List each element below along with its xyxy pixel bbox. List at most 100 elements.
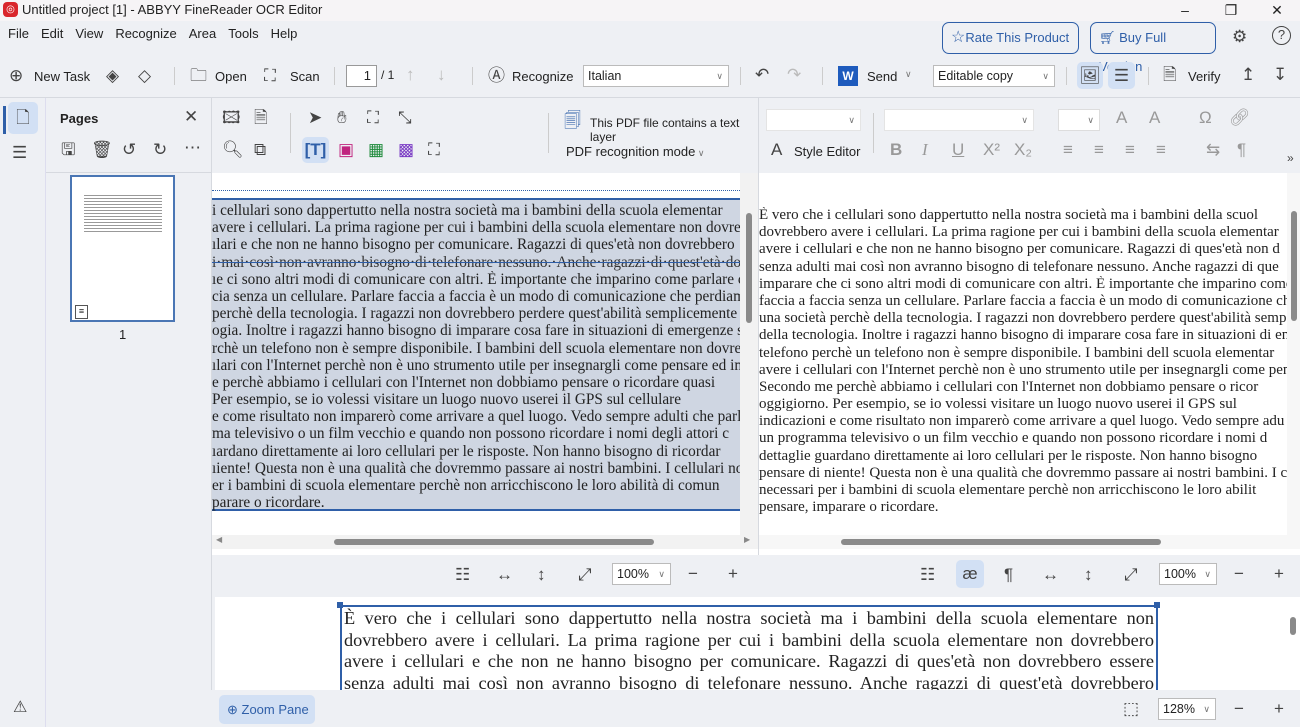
text-horizontal-scrollbar[interactable] — [759, 535, 1300, 549]
italic-icon[interactable]: I — [922, 140, 928, 160]
more-icon[interactable]: ⋯ — [184, 138, 201, 158]
pdf-recognition-mode-dropdown[interactable]: PDF recognition mode ∨ — [566, 144, 704, 159]
link-icon[interactable]: 🔗︎ — [1229, 108, 1251, 128]
fit-list-icon[interactable]: ☷ — [455, 565, 470, 585]
fit-list-icon[interactable]: ☷ — [920, 565, 935, 585]
edit-image-icon[interactable]: 🖾 — [222, 108, 241, 128]
page-thumbnail[interactable]: ≡ — [70, 175, 175, 322]
warning-icon[interactable]: ⚠ — [13, 698, 27, 718]
grow-font-icon[interactable]: A — [1116, 108, 1127, 128]
table-area-icon[interactable]: ▦ — [368, 140, 384, 160]
maximize-button[interactable]: ❐ — [1208, 0, 1254, 21]
gear-icon[interactable]: ⚙ — [1232, 27, 1247, 47]
buy-full-version-button[interactable]: 🛒︎ Buy Full Version — [1090, 22, 1216, 74]
verify-button[interactable]: Verify — [1188, 69, 1221, 84]
pages-icon[interactable]: 🗋 — [8, 102, 38, 134]
send-button[interactable]: Send — [867, 69, 897, 84]
rotate-left-icon[interactable]: ↺ — [122, 140, 136, 160]
scan-icon[interactable]: ⛶ — [264, 66, 276, 86]
paragraph-icon[interactable]: ¶ — [1237, 140, 1246, 160]
add-layers-icon[interactable]: ◈ — [106, 66, 119, 86]
recognize-button[interactable]: Recognize — [512, 69, 573, 84]
zoom-scrollbar[interactable] — [1280, 597, 1300, 690]
fit-width-icon[interactable]: ↔ — [496, 565, 513, 585]
new-task-icon[interactable]: ⊕ — [9, 66, 23, 86]
text-area-icon[interactable]: [T] — [302, 137, 329, 163]
image-view-icon[interactable]: 🖼︎ — [1077, 62, 1103, 89]
previous-page-icon[interactable]: ↑ — [406, 65, 415, 85]
menu-help[interactable]: Help — [263, 26, 302, 46]
page-number-input[interactable]: 1 — [346, 65, 377, 87]
menu-area[interactable]: Area — [181, 26, 220, 46]
menu-file[interactable]: File — [0, 26, 33, 46]
special-character-icon[interactable]: Ω — [1199, 108, 1212, 128]
export-down-icon[interactable]: ↧ — [1273, 65, 1287, 85]
align-right-icon[interactable]: ≡ — [1125, 140, 1135, 160]
copy-page-icon[interactable]: ⧉ — [254, 140, 266, 160]
menu-recognize[interactable]: Recognize — [107, 26, 180, 46]
zoom-in-icon[interactable]: + — [1274, 699, 1284, 719]
select-pointer-icon[interactable]: ➤ — [308, 108, 322, 128]
fit-page-icon[interactable]: ⤢ — [578, 565, 592, 585]
bold-icon[interactable]: B — [890, 140, 902, 160]
align-center-icon[interactable]: ≡ — [1094, 140, 1104, 160]
barcode-area-icon[interactable]: ⛶ — [428, 140, 440, 160]
paragraph-marks-icon[interactable]: ¶ — [1004, 565, 1013, 585]
fit-page-icon[interactable]: ⤢ — [1124, 565, 1138, 585]
vertical-scrollbar[interactable] — [740, 173, 758, 535]
trash-icon[interactable]: 🗑 — [91, 140, 113, 160]
close-window-button[interactable]: ✕ — [1254, 0, 1300, 21]
close-panel-icon[interactable]: ✕ — [184, 107, 198, 127]
zoom-pane-button[interactable]: ⊕ Zoom Pane — [219, 695, 315, 724]
new-task-button[interactable]: New Task — [34, 69, 90, 84]
horizontal-scrollbar[interactable]: ◀ ▶ — [212, 535, 758, 549]
verify-icon[interactable]: 🗎 — [1163, 65, 1177, 85]
superscript-icon[interactable]: X² — [983, 140, 1000, 160]
layers-icon[interactable]: ◇ — [138, 66, 151, 86]
fit-width-icon[interactable]: ↔ — [1042, 565, 1059, 585]
menu-view[interactable]: View — [67, 26, 107, 46]
background-area-icon[interactable]: ▩ — [398, 140, 414, 160]
zoom-out-icon[interactable]: − — [1234, 564, 1244, 584]
style-editor-icon[interactable]: A — [771, 140, 782, 160]
zoom-text-block[interactable]: È vero che i cellulari sono dappertutto … — [340, 605, 1158, 695]
minimize-button[interactable]: – — [1162, 0, 1208, 21]
text-zoom-select[interactable]: 100% ∨ — [1159, 563, 1217, 585]
list-icon[interactable]: ☰ — [12, 143, 27, 163]
text-vertical-scrollbar[interactable] — [1287, 173, 1300, 535]
text-view-icon[interactable]: ☰ — [1108, 62, 1135, 89]
next-page-icon[interactable]: ↓ — [437, 65, 446, 85]
more-tools-icon[interactable]: » — [1287, 148, 1294, 168]
redo-icon[interactable]: ↷ — [787, 65, 801, 85]
subscript-icon[interactable]: X₂ — [1014, 140, 1032, 160]
rotate-right-icon[interactable]: ↻ — [153, 140, 167, 160]
save-page-icon[interactable]: 🗎 — [254, 108, 268, 128]
expand-area-icon[interactable]: ⛶ — [367, 108, 379, 128]
zoom-pane-zoom-select[interactable]: 128% ∨ — [1158, 698, 1216, 720]
indent-icon[interactable]: ⇆ — [1206, 140, 1220, 160]
scan-button[interactable]: Scan — [290, 69, 320, 84]
text-block-area[interactable]: i cellulari sono dappertutto nella nostr… — [212, 198, 740, 511]
picture-area-icon[interactable]: ▣ — [338, 140, 354, 160]
underline-icon[interactable]: U — [952, 140, 964, 160]
shrink-font-icon[interactable]: A — [1149, 108, 1160, 128]
style-select[interactable]: ∨ — [766, 109, 861, 131]
recognize-icon[interactable]: Ⓐ — [488, 66, 505, 86]
rate-product-button[interactable]: ☆Rate This Product — [942, 22, 1079, 54]
fit-height-icon[interactable]: ↕ — [537, 565, 546, 585]
undo-icon[interactable]: ↶ — [755, 65, 769, 85]
fit-height-icon[interactable]: ↕ — [1084, 565, 1093, 585]
zoom-out-icon[interactable]: − — [688, 564, 698, 584]
align-left-icon[interactable]: ≡ — [1063, 140, 1073, 160]
style-editor-button[interactable]: Style Editor — [794, 144, 860, 159]
show-formatting-icon[interactable]: æ — [956, 560, 984, 588]
select-area-icon[interactable]: ⬚ — [1123, 699, 1139, 719]
image-zoom-select[interactable]: 100% ∨ — [612, 563, 671, 585]
reorder-areas-icon[interactable]: ⤡ — [398, 108, 412, 128]
folder-icon[interactable]: 🗀 — [190, 66, 207, 86]
font-size-select[interactable]: ∨ — [1058, 109, 1100, 131]
export-up-icon[interactable]: ↥ — [1241, 65, 1255, 85]
open-button[interactable]: Open — [215, 69, 247, 84]
help-icon[interactable]: ? — [1272, 26, 1291, 45]
analyze-page-icon[interactable]: 🔍︎ — [222, 140, 244, 160]
